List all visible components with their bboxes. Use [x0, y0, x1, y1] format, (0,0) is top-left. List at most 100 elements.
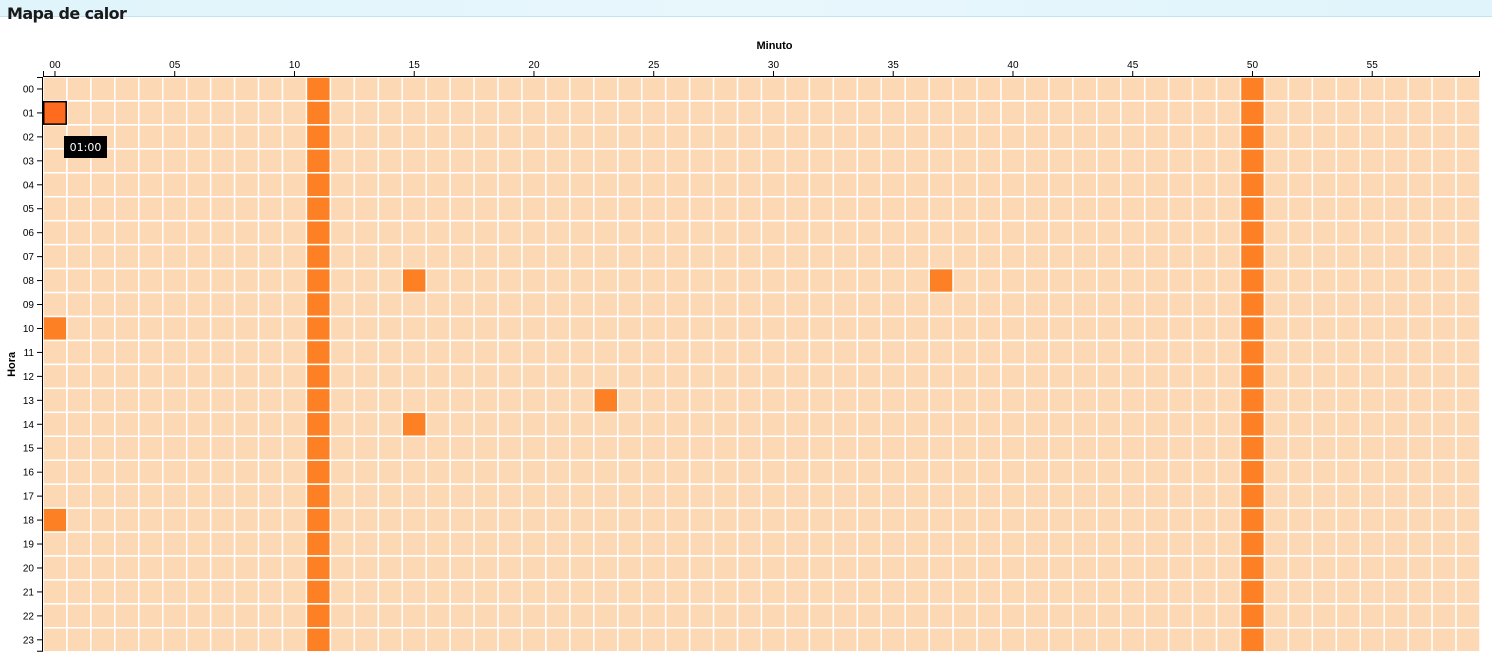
heatmap-cell[interactable] — [353, 243, 380, 270]
heatmap-cell[interactable] — [736, 148, 763, 174]
heatmap-cell[interactable] — [736, 459, 763, 485]
heatmap-cell[interactable] — [832, 483, 859, 509]
heatmap-cell[interactable] — [712, 483, 739, 509]
heatmap-cell[interactable] — [688, 339, 715, 366]
heatmap-cell[interactable] — [832, 459, 859, 485]
heatmap-cell[interactable] — [497, 219, 523, 246]
heatmap-cell[interactable] — [257, 339, 284, 366]
heatmap-cell[interactable] — [1096, 411, 1122, 437]
heatmap-cell[interactable] — [114, 507, 140, 533]
heatmap-cell[interactable] — [1024, 148, 1050, 174]
heatmap-cell[interactable] — [1191, 124, 1218, 150]
heatmap-cell[interactable] — [976, 243, 1002, 270]
heatmap-cell[interactable] — [928, 124, 954, 150]
heatmap-cell[interactable] — [1024, 387, 1050, 414]
heatmap-cell[interactable] — [832, 148, 859, 174]
heatmap-cell[interactable] — [449, 387, 475, 414]
heatmap-cell[interactable] — [760, 148, 787, 174]
heatmap-cell[interactable] — [353, 291, 380, 318]
heatmap-cell[interactable] — [353, 219, 380, 246]
heatmap-cell[interactable] — [760, 483, 787, 509]
heatmap-cell[interactable] — [736, 483, 763, 509]
heatmap-cell[interactable] — [952, 507, 978, 533]
heatmap-cell[interactable] — [42, 579, 68, 605]
heatmap-cell[interactable] — [880, 219, 906, 246]
heatmap-cell[interactable] — [784, 603, 811, 629]
heatmap-cell[interactable] — [42, 531, 68, 557]
heatmap-cell[interactable] — [1167, 531, 1194, 557]
heatmap-cell[interactable] — [1431, 579, 1457, 605]
heatmap-cell[interactable] — [545, 291, 571, 318]
heatmap-cell[interactable] — [1287, 459, 1314, 485]
heatmap-cell[interactable] — [1024, 459, 1050, 485]
heatmap-cell[interactable] — [569, 196, 595, 222]
heatmap-cell[interactable] — [1263, 291, 1290, 318]
heatmap-cell[interactable] — [114, 267, 140, 294]
heatmap-cell[interactable] — [1383, 291, 1409, 318]
heatmap-cell[interactable] — [1311, 100, 1338, 126]
heatmap-cell[interactable] — [1000, 555, 1026, 581]
heatmap-cell[interactable] — [1383, 196, 1409, 222]
heatmap-cell[interactable] — [497, 339, 523, 366]
heatmap-cell[interactable] — [880, 243, 906, 270]
heatmap-cell[interactable] — [401, 579, 427, 605]
heatmap-cell[interactable] — [377, 627, 403, 653]
heatmap-cell[interactable] — [233, 172, 260, 198]
heatmap-cell[interactable] — [1191, 291, 1218, 318]
heatmap-cell[interactable] — [928, 603, 954, 629]
heatmap-cell[interactable] — [353, 387, 380, 414]
heatmap-cell[interactable] — [760, 291, 787, 318]
heatmap-cell[interactable] — [736, 339, 763, 366]
heatmap-cell[interactable] — [209, 507, 236, 533]
heatmap-cell[interactable] — [1143, 411, 1170, 437]
heatmap-cell[interactable] — [545, 411, 571, 437]
heatmap-cell[interactable] — [281, 435, 308, 461]
heatmap-cell[interactable] — [305, 387, 332, 414]
heatmap-cell[interactable] — [832, 196, 859, 222]
heatmap-cell[interactable] — [880, 411, 906, 437]
heatmap-cell[interactable] — [1120, 411, 1146, 437]
heatmap-cell[interactable] — [569, 100, 595, 126]
heatmap-cell[interactable] — [233, 124, 260, 150]
heatmap-cell[interactable] — [1359, 219, 1385, 246]
heatmap-cell[interactable] — [281, 555, 308, 581]
heatmap-cell[interactable] — [90, 411, 116, 437]
heatmap-cell[interactable] — [569, 148, 595, 174]
heatmap-cell[interactable] — [1215, 243, 1242, 270]
heatmap-cell[interactable] — [1143, 267, 1170, 294]
heatmap-cell[interactable] — [1000, 435, 1026, 461]
heatmap-cell[interactable] — [162, 315, 188, 342]
heatmap-cell[interactable] — [784, 555, 811, 581]
heatmap-cell[interactable] — [641, 243, 667, 270]
heatmap-cell[interactable] — [808, 579, 835, 605]
heatmap-cell[interactable] — [976, 291, 1002, 318]
heatmap-cell[interactable] — [808, 363, 835, 390]
heatmap-cell[interactable] — [856, 315, 882, 342]
heatmap-cell[interactable] — [1000, 148, 1026, 174]
heatmap-cell[interactable] — [281, 196, 308, 222]
heatmap-cell[interactable] — [928, 148, 954, 174]
heatmap-cell[interactable] — [712, 579, 739, 605]
heatmap-cell[interactable] — [617, 579, 643, 605]
heatmap-cell[interactable] — [233, 291, 260, 318]
heatmap-cell[interactable] — [1072, 243, 1098, 270]
heatmap-cell[interactable] — [401, 411, 427, 437]
heatmap-cell[interactable] — [353, 124, 380, 150]
heatmap-cell[interactable] — [1072, 291, 1098, 318]
heatmap-cell[interactable] — [114, 100, 140, 126]
heatmap-cell[interactable] — [1383, 363, 1409, 390]
heatmap-cell[interactable] — [42, 555, 68, 581]
heatmap-cell[interactable] — [1215, 387, 1242, 414]
heatmap-cell[interactable] — [641, 100, 667, 126]
heatmap-cell[interactable] — [425, 267, 451, 294]
heatmap-cell[interactable] — [641, 603, 667, 629]
heatmap-cell[interactable] — [736, 243, 763, 270]
heatmap-cell[interactable] — [832, 76, 859, 102]
heatmap-cell[interactable] — [1072, 555, 1098, 581]
heatmap-cell[interactable] — [1143, 76, 1170, 102]
heatmap-cell[interactable] — [257, 459, 284, 485]
heatmap-cell[interactable] — [1359, 100, 1385, 126]
heatmap-cell[interactable] — [1359, 579, 1385, 605]
heatmap-cell[interactable] — [1455, 100, 1481, 126]
heatmap-cell[interactable] — [1072, 124, 1098, 150]
